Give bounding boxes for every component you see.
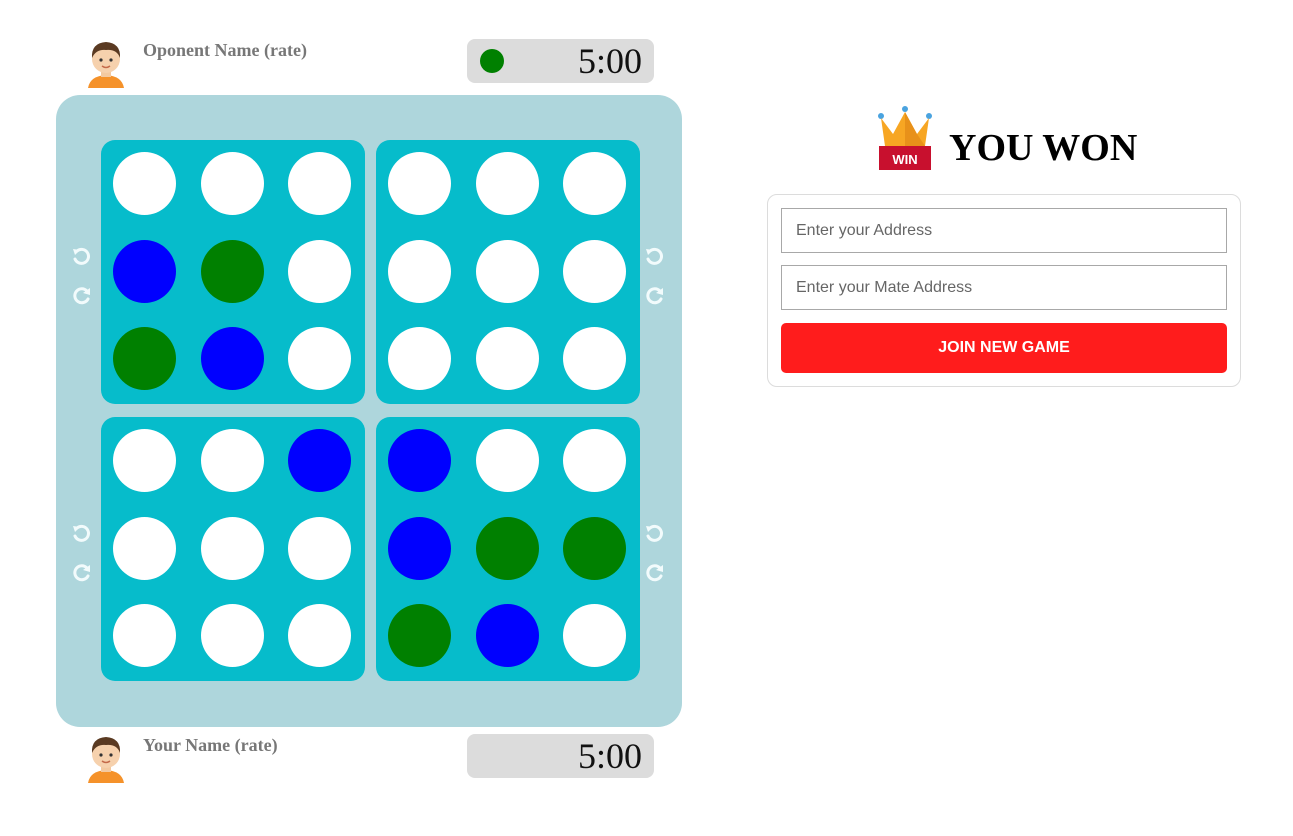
empty-cell[interactable] xyxy=(476,152,539,215)
empty-cell[interactable] xyxy=(563,152,626,215)
blue-marble[interactable] xyxy=(476,604,539,667)
quadrant-bottom-left xyxy=(101,417,365,681)
join-game-card: JOIN NEW GAME xyxy=(767,194,1241,387)
rotate-clockwise-icon[interactable] xyxy=(71,562,93,584)
rotate-counterclockwise-icon[interactable] xyxy=(644,247,666,269)
result-text: YOU WON xyxy=(949,127,1138,169)
green-marble[interactable] xyxy=(113,327,176,390)
empty-cell[interactable] xyxy=(288,152,351,215)
mate-address-input[interactable] xyxy=(781,265,1227,310)
empty-cell[interactable] xyxy=(113,429,176,492)
green-marble[interactable] xyxy=(563,517,626,580)
empty-cell[interactable] xyxy=(288,327,351,390)
empty-cell[interactable] xyxy=(201,152,264,215)
quadrant-top-right xyxy=(376,140,640,404)
player-timer-value: 5:00 xyxy=(577,736,642,776)
empty-cell[interactable] xyxy=(113,152,176,215)
rotate-counterclockwise-icon[interactable] xyxy=(71,247,93,269)
opponent-timer-value: 5:00 xyxy=(577,41,642,81)
blue-marble[interactable] xyxy=(201,327,264,390)
green-marble[interactable] xyxy=(388,604,451,667)
empty-cell[interactable] xyxy=(563,604,626,667)
crown-win-icon: WIN xyxy=(877,106,933,170)
quadrant-top-left xyxy=(101,140,365,404)
green-marble[interactable] xyxy=(476,517,539,580)
opponent-name: Oponent Name (rate) xyxy=(143,40,307,60)
empty-cell[interactable] xyxy=(476,327,539,390)
rotate-counterclockwise-icon[interactable] xyxy=(644,524,666,546)
empty-cell[interactable] xyxy=(288,604,351,667)
opponent-timer: 5:00 xyxy=(467,39,654,83)
player-timer: 5:00 xyxy=(467,734,654,778)
game-board xyxy=(56,95,682,727)
rotate-clockwise-icon[interactable] xyxy=(644,562,666,584)
blue-marble[interactable] xyxy=(113,240,176,303)
empty-cell[interactable] xyxy=(288,517,351,580)
empty-cell[interactable] xyxy=(201,429,264,492)
empty-cell[interactable] xyxy=(476,240,539,303)
player-avatar-icon xyxy=(84,733,128,783)
rotate-clockwise-icon[interactable] xyxy=(644,285,666,307)
blue-marble[interactable] xyxy=(388,429,451,492)
empty-cell[interactable] xyxy=(563,327,626,390)
empty-cell[interactable] xyxy=(388,240,451,303)
rotate-clockwise-icon[interactable] xyxy=(71,285,93,307)
player-name: Your Name (rate) xyxy=(143,735,278,755)
empty-cell[interactable] xyxy=(476,429,539,492)
rotate-counterclockwise-icon[interactable] xyxy=(71,524,93,546)
empty-cell[interactable] xyxy=(388,152,451,215)
quadrant-bottom-right xyxy=(376,417,640,681)
empty-cell[interactable] xyxy=(563,240,626,303)
blue-marble[interactable] xyxy=(288,429,351,492)
empty-cell[interactable] xyxy=(563,429,626,492)
turn-indicator xyxy=(480,49,504,73)
blue-marble[interactable] xyxy=(388,517,451,580)
empty-cell[interactable] xyxy=(113,517,176,580)
empty-cell[interactable] xyxy=(288,240,351,303)
empty-cell[interactable] xyxy=(201,517,264,580)
empty-cell[interactable] xyxy=(113,604,176,667)
empty-cell[interactable] xyxy=(201,604,264,667)
empty-cell[interactable] xyxy=(388,327,451,390)
opponent-avatar-icon xyxy=(84,38,128,88)
join-new-game-button[interactable]: JOIN NEW GAME xyxy=(781,323,1227,373)
win-badge-text: WIN xyxy=(892,152,917,167)
address-input[interactable] xyxy=(781,208,1227,253)
green-marble[interactable] xyxy=(201,240,264,303)
